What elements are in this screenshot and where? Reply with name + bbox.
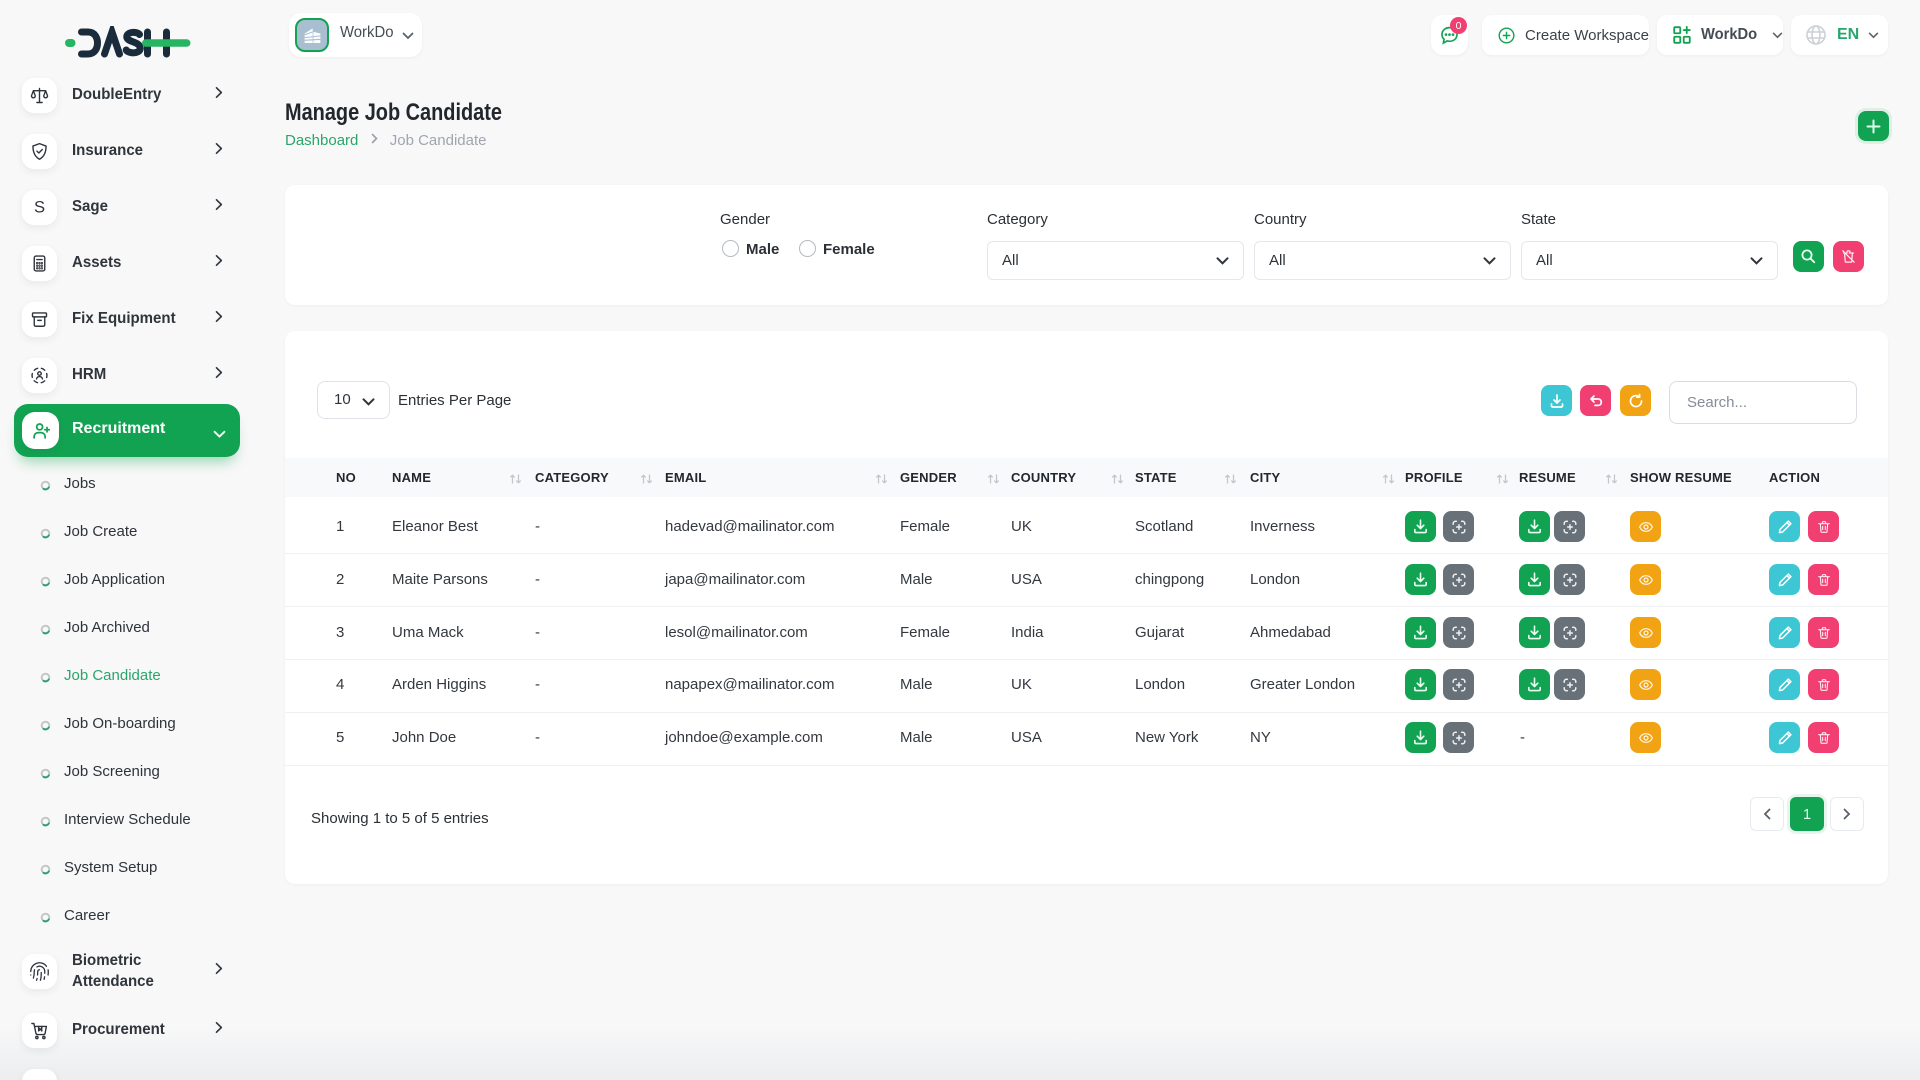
svg-text:S: S [34, 197, 45, 216]
